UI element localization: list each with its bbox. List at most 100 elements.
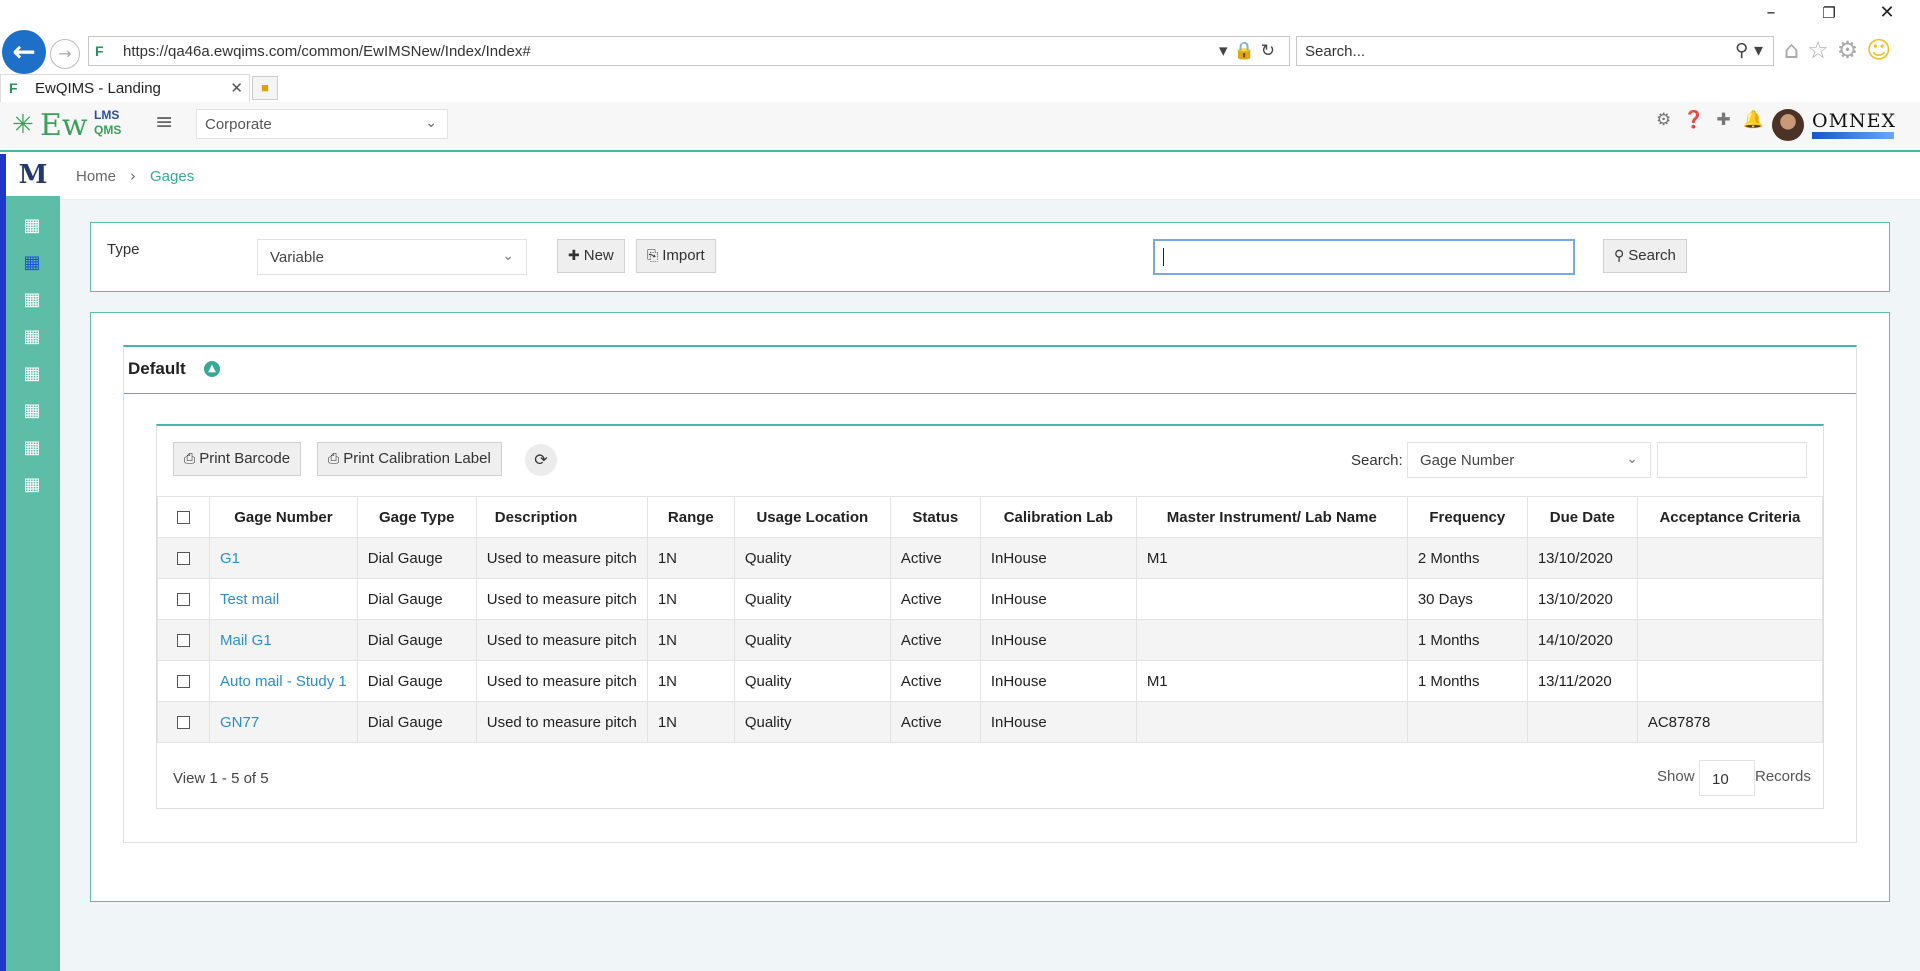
app-logo[interactable]: ✳ Ew LMS QMS: [12, 106, 122, 146]
gage-type-cell: Dial Gauge: [356, 701, 477, 743]
home-icon[interactable]: ⌂: [1784, 36, 1807, 64]
help-icon[interactable]: ❓: [1683, 110, 1716, 130]
gage-number-link[interactable]: G1: [220, 550, 240, 567]
rail-building-icon[interactable]: ▦: [20, 473, 44, 497]
calibration-lab-cell: InHouse: [979, 537, 1137, 579]
new-tab-button[interactable]: ■: [252, 76, 278, 100]
column-header[interactable]: Usage Location: [733, 496, 891, 538]
rail-building-icon[interactable]: ▦: [20, 362, 44, 386]
back-button[interactable]: ←: [2, 30, 46, 74]
gage-number-cell[interactable]: Auto mail - Study 1: [209, 660, 358, 702]
gage-number-link[interactable]: Test mail: [220, 591, 279, 608]
gage-number-link[interactable]: GN77: [220, 714, 259, 731]
gage-search-input[interactable]: [1153, 239, 1575, 275]
table-row[interactable]: Test mail Dial Gauge Used to measure pit…: [157, 578, 1824, 620]
table-row[interactable]: Auto mail - Study 1 Dial Gauge Used to m…: [157, 660, 1824, 702]
close-window-icon[interactable]: ✕: [1872, 4, 1902, 22]
due-date-cell: 13/10/2020: [1526, 537, 1638, 579]
column-header[interactable]: Status: [889, 496, 981, 538]
acceptance-criteria-cell: [1636, 660, 1824, 702]
app-header: ✳ Ew LMS QMS ≡ Corporate ⌄ ⚙❓✚🔔 OMNEX: [0, 102, 1920, 152]
table-row[interactable]: GN77 Dial Gauge Used to measure pitch 1N…: [157, 701, 1824, 743]
restore-icon[interactable]: ❐: [1814, 4, 1844, 22]
notification-bell-icon[interactable]: 🔔: [1743, 110, 1776, 130]
row-checkbox[interactable]: [157, 701, 210, 743]
settings-icon[interactable]: ⚙: [1656, 110, 1683, 130]
tab-active[interactable]: F EwQIMS - Landing ✕: [0, 74, 250, 102]
browser-search-box[interactable]: Search... ⚲ ▾: [1296, 36, 1774, 66]
brand-text: OMNEX: [1812, 110, 1897, 132]
grid-search-input[interactable]: [1657, 442, 1807, 478]
chevron-down-icon: ⌄: [425, 115, 437, 131]
pagination-summary: View 1 - 5 of 5: [173, 770, 269, 787]
organization-select-value: Corporate: [205, 116, 272, 133]
page-size-input[interactable]: 10: [1699, 760, 1755, 796]
collapse-up-icon[interactable]: ▲: [204, 361, 220, 377]
search-button[interactable]: ⚲ Search: [1603, 239, 1687, 273]
url-controls[interactable]: ▾🔒↻: [1219, 41, 1281, 61]
url-bar[interactable]: F https://qa46a.ewqims.com/common/EwIMSN…: [88, 36, 1290, 66]
menu-toggle-icon[interactable]: ≡: [155, 110, 173, 135]
column-header[interactable]: Frequency: [1406, 496, 1528, 538]
table-row[interactable]: Mail G1 Dial Gauge Used to measure pitch…: [157, 619, 1824, 661]
gage-type-cell: Dial Gauge: [356, 537, 477, 579]
rail-building-icon[interactable]: ▦: [20, 399, 44, 423]
tab-close-icon[interactable]: ✕: [230, 79, 243, 97]
column-header[interactable]: Description: [475, 496, 648, 538]
table-row[interactable]: G1 Dial Gauge Used to measure pitch 1N Q…: [157, 537, 1824, 579]
gage-type-cell: Dial Gauge: [356, 660, 477, 702]
row-checkbox[interactable]: [157, 619, 210, 661]
column-header[interactable]: Gage Number: [209, 496, 358, 538]
favorites-icon[interactable]: ☆: [1807, 36, 1837, 64]
status-cell: Active: [889, 537, 981, 579]
column-header[interactable]: Master Instrument/ Lab Name: [1135, 496, 1408, 538]
gage-number-cell[interactable]: G1: [209, 537, 358, 579]
rail-building-icon[interactable]: ▦: [20, 325, 44, 349]
gage-number-cell[interactable]: Mail G1: [209, 619, 358, 661]
row-checkbox[interactable]: [157, 660, 210, 702]
import-button[interactable]: ⎘ Import: [636, 239, 716, 273]
rail-building-icon[interactable]: ▦: [20, 288, 44, 312]
rail-logo[interactable]: M: [6, 154, 60, 196]
chevron-down-icon: ⌄: [1626, 451, 1638, 467]
import-file-icon: ⎘: [647, 248, 659, 264]
row-checkbox[interactable]: [157, 578, 210, 620]
minimize-icon[interactable]: –: [1756, 4, 1786, 22]
feedback-smiley-icon[interactable]: ☺: [1866, 36, 1899, 64]
settings-icon[interactable]: ⚙: [1837, 36, 1867, 64]
column-header[interactable]: Range: [646, 496, 735, 538]
gage-number-cell[interactable]: GN77: [209, 701, 358, 743]
acceptance-criteria-cell: [1636, 619, 1824, 661]
url-text[interactable]: https://qa46a.ewqims.com/common/EwIMSNew…: [123, 43, 531, 60]
new-button[interactable]: ✚ New: [557, 239, 625, 273]
select-all-checkbox[interactable]: [157, 496, 210, 538]
gage-number-cell[interactable]: Test mail: [209, 578, 358, 620]
usage-location-cell: Quality: [733, 578, 891, 620]
search-icon[interactable]: ⚲ ▾: [1735, 40, 1763, 61]
gage-number-link[interactable]: Mail G1: [220, 632, 272, 649]
breadcrumb-home[interactable]: Home: [76, 168, 116, 185]
column-header[interactable]: Calibration Lab: [979, 496, 1137, 538]
rail-building-icon[interactable]: ▦: [20, 436, 44, 460]
grid-search-field-select[interactable]: Gage Number ⌄: [1407, 442, 1651, 478]
column-header[interactable]: Gage Type: [356, 496, 477, 538]
lock-icon[interactable]: 🔒: [1234, 41, 1261, 61]
gage-number-link[interactable]: Auto mail - Study 1: [220, 673, 347, 690]
rail-building-icon-active[interactable]: ▦: [20, 251, 44, 275]
forward-button[interactable]: →: [50, 39, 80, 69]
row-checkbox[interactable]: [157, 537, 210, 579]
search-icon: ⚲: [1614, 248, 1625, 264]
column-header[interactable]: Acceptance Criteria: [1636, 496, 1824, 538]
print-barcode-button[interactable]: ⎙ Print Barcode: [173, 442, 302, 476]
user-avatar[interactable]: [1772, 109, 1804, 141]
column-header[interactable]: Due Date: [1526, 496, 1638, 538]
refresh-icon[interactable]: ↻: [1261, 41, 1281, 61]
refresh-icon[interactable]: ⟳: [525, 444, 557, 476]
dropdown-icon[interactable]: ▾: [1219, 41, 1234, 61]
breadcrumb-current[interactable]: Gages: [150, 168, 194, 185]
print-calibration-label-button[interactable]: ⎙ Print Calibration Label: [317, 442, 502, 476]
type-select[interactable]: Variable ⌄: [257, 239, 527, 275]
add-icon[interactable]: ✚: [1716, 110, 1742, 130]
organization-select[interactable]: Corporate ⌄: [196, 109, 448, 139]
rail-building-icon[interactable]: ▦: [20, 214, 44, 238]
